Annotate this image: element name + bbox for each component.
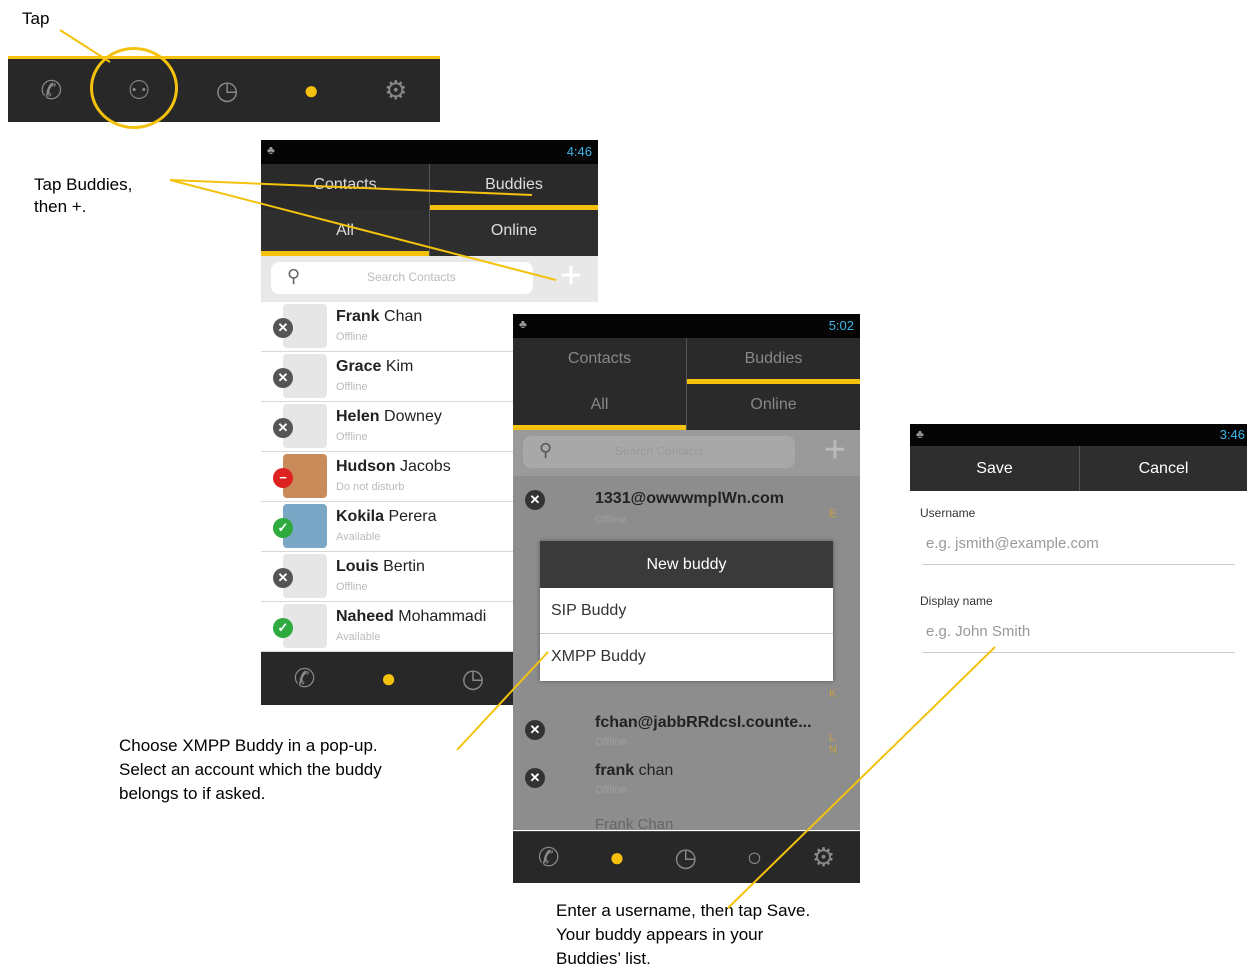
callout-line-tap (59, 29, 111, 63)
callout-lines (59, 29, 996, 909)
callout-line-buddies (169, 179, 533, 196)
callout-line-xmpp (456, 651, 549, 751)
callout-line-username (727, 646, 996, 909)
callout-line-plus (169, 179, 557, 281)
